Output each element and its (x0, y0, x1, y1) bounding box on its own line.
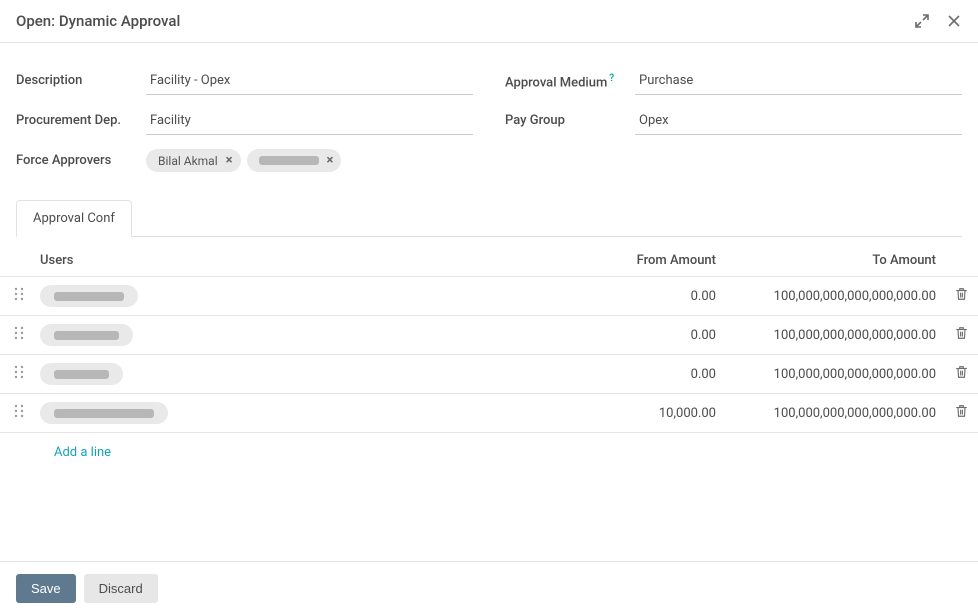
table-row[interactable]: 10,000.00100,000,000,000,000,000.00 (0, 394, 978, 433)
remove-tag-icon[interactable]: × (226, 153, 233, 168)
procurement-dep-label: Procurement Dep. (16, 107, 146, 128)
add-a-line[interactable]: Add a line (16, 433, 962, 472)
user-pill[interactable] (40, 402, 168, 424)
table-row[interactable]: 0.00100,000,000,000,000,000.00 (0, 277, 978, 316)
col-header-users: Users (32, 245, 524, 277)
pay-group-label: Pay Group (505, 107, 635, 128)
remove-tag-icon[interactable]: × (327, 153, 334, 168)
user-pill[interactable] (40, 285, 138, 307)
tag-label: Bilal Akmal (158, 154, 218, 168)
drag-handle-icon[interactable] (0, 277, 32, 316)
cell-users[interactable] (32, 316, 524, 355)
cell-from-amount[interactable]: 10,000.00 (524, 394, 724, 433)
discard-button[interactable]: Discard (84, 574, 158, 603)
tab-approval-conf[interactable]: Approval Conf (16, 200, 132, 237)
col-header-from: From Amount (524, 245, 724, 277)
cell-users[interactable] (32, 355, 524, 394)
drag-handle-icon[interactable] (0, 316, 32, 355)
cell-users[interactable] (32, 277, 524, 316)
force-approvers-field[interactable]: Bilal Akmal × × (146, 147, 962, 172)
user-pill[interactable] (40, 363, 123, 385)
drag-handle-icon[interactable] (0, 394, 32, 433)
approval-table: Users From Amount To Amount 0.00100,000,… (0, 245, 978, 433)
cell-to-amount[interactable]: 100,000,000,000,000,000.00 (724, 394, 944, 433)
redacted-text (54, 331, 119, 340)
approver-tag[interactable]: Bilal Akmal × (146, 149, 241, 172)
delete-row-icon[interactable] (944, 394, 978, 433)
approval-medium-field[interactable]: Purchase (635, 67, 962, 95)
force-approvers-label: Force Approvers (16, 147, 146, 168)
cell-from-amount[interactable]: 0.00 (524, 277, 724, 316)
redacted-text (259, 156, 319, 165)
expand-icon[interactable] (914, 13, 930, 29)
cell-from-amount[interactable]: 0.00 (524, 355, 724, 394)
procurement-dep-field[interactable]: Facility (146, 107, 473, 135)
cell-to-amount[interactable]: 100,000,000,000,000,000.00 (724, 277, 944, 316)
delete-row-icon[interactable] (944, 355, 978, 394)
pay-group-field[interactable]: Opex (635, 107, 962, 135)
user-pill[interactable] (40, 324, 133, 346)
description-field[interactable]: Facility - Opex (146, 67, 473, 95)
redacted-text (54, 370, 109, 379)
delete-row-icon[interactable] (944, 316, 978, 355)
dialog-footer: Save Discard (0, 561, 978, 615)
cell-from-amount[interactable]: 0.00 (524, 316, 724, 355)
table-row[interactable]: 0.00100,000,000,000,000,000.00 (0, 316, 978, 355)
redacted-text (54, 292, 124, 301)
table-row[interactable]: 0.00100,000,000,000,000,000.00 (0, 355, 978, 394)
cell-to-amount[interactable]: 100,000,000,000,000,000.00 (724, 316, 944, 355)
delete-row-icon[interactable] (944, 277, 978, 316)
description-label: Description (16, 67, 146, 88)
cell-to-amount[interactable]: 100,000,000,000,000,000.00 (724, 355, 944, 394)
close-icon[interactable] (946, 13, 962, 29)
drag-handle-icon[interactable] (0, 355, 32, 394)
dialog-title: Open: Dynamic Approval (16, 12, 180, 30)
approval-medium-label: Approval Medium? (505, 67, 635, 90)
dialog-header: Open: Dynamic Approval (0, 0, 978, 43)
approver-tag[interactable]: × (247, 149, 342, 172)
help-icon[interactable]: ? (609, 73, 614, 84)
save-button[interactable]: Save (16, 574, 76, 603)
redacted-text (54, 409, 154, 418)
cell-users[interactable] (32, 394, 524, 433)
col-header-to: To Amount (724, 245, 944, 277)
